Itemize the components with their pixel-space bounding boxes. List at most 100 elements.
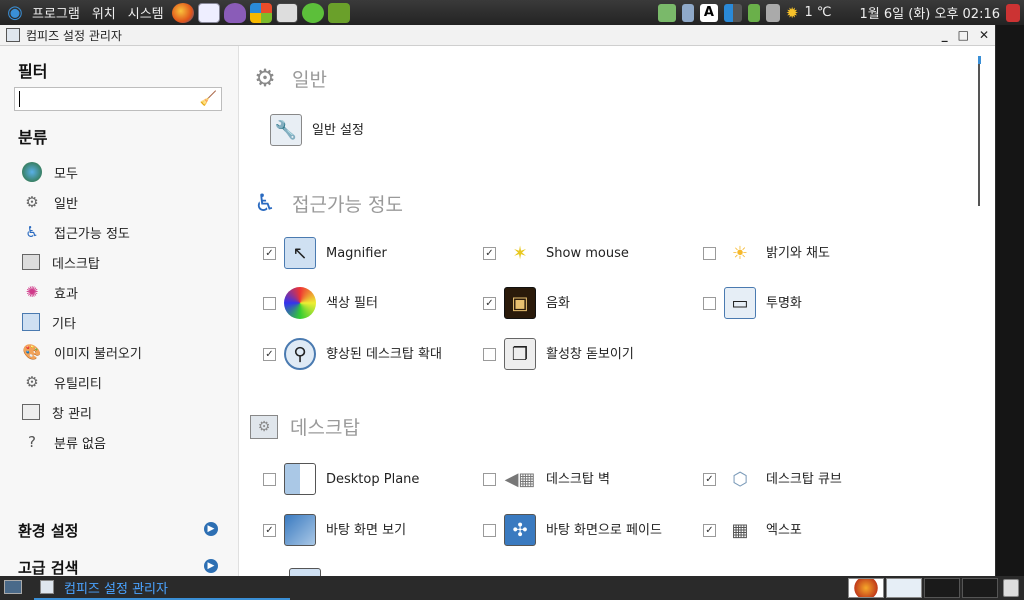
plugin-opacify[interactable]: ▭ 투명화 (703, 287, 802, 319)
checkbox[interactable] (703, 296, 716, 310)
keyboard-indicator-icon[interactable]: A (699, 3, 718, 22)
plugin-magnifier[interactable]: ✓ ↖ Magnifier (263, 237, 387, 269)
section-title-accessibility: ♿ 접근가능 정도 (250, 188, 403, 218)
logout-icon[interactable] (1006, 3, 1020, 22)
signal-strength-icon[interactable] (723, 3, 742, 22)
plugin-brightness-saturation[interactable]: ☀ 밝기와 채도 (703, 237, 830, 269)
plugin-label: 일반 설정 (312, 122, 364, 138)
vertical-scrollbar[interactable] (976, 56, 982, 206)
palette-icon: 🎨 (22, 343, 42, 361)
checkbox[interactable]: ✓ (703, 472, 716, 486)
volume-icon[interactable] (765, 3, 780, 22)
plugin-desktop-wall[interactable]: ◀▦ 데스크탑 벽 (483, 463, 610, 495)
pidgin-launcher-icon[interactable] (223, 2, 246, 23)
menu-places[interactable]: 위치 (86, 3, 122, 22)
preferences-arrow-icon[interactable]: ▶ (204, 522, 218, 536)
section-title-text: 일반 (292, 68, 327, 91)
category-item-utility[interactable]: ⚙ 유틸리티 (22, 371, 102, 393)
desktop-edge (995, 25, 1024, 576)
distro-logo-icon[interactable]: ◉ (4, 2, 26, 23)
section-title-text: 데스크탑 (290, 417, 360, 439)
windows-launcher-icon[interactable] (249, 2, 272, 23)
checkbox[interactable]: ✓ (263, 523, 276, 537)
fade-to-desktop-icon: ✣ (504, 514, 536, 546)
advanced-search-arrow-icon[interactable]: ▶ (204, 559, 218, 573)
checkbox[interactable]: ✓ (703, 523, 716, 537)
checkbox[interactable] (483, 347, 496, 361)
category-label: 분류 없음 (54, 436, 106, 452)
checkbox[interactable] (703, 246, 716, 260)
category-item-image-loading[interactable]: 🎨 이미지 불러오기 (22, 341, 142, 363)
firefox-launcher-icon[interactable] (171, 2, 194, 23)
menu-applications[interactable]: 프로그램 (26, 3, 86, 22)
checkbox[interactable]: ✓ (263, 347, 276, 361)
workspace-empty-2[interactable] (962, 578, 998, 598)
general-settings-icon: 🔧 (270, 114, 302, 146)
plugin-focus-poll[interactable]: ❐ 활성창 돋보이기 (483, 338, 634, 370)
show-desktop-icon (284, 514, 316, 546)
plugin-negative[interactable]: ✓ ▣ 음화 (483, 287, 570, 319)
maximize-icon[interactable]: □ (958, 28, 969, 42)
checkbox[interactable] (483, 523, 496, 537)
category-item-effects[interactable]: ✺ 효과 (22, 281, 78, 303)
system-tray: A ✹ 1 ℃ 1월 6일 (화) 오후 02:16 (657, 3, 1024, 22)
checkbox[interactable]: ✓ (483, 296, 496, 310)
menu-system[interactable]: 시스템 (122, 3, 170, 22)
book-launcher-icon[interactable] (327, 2, 350, 23)
plugin-fade-to-desktop[interactable]: ✣ 바탕 화면으로 페이드 (483, 514, 662, 546)
clear-broom-icon[interactable]: 🧹 (200, 91, 217, 107)
checkbox[interactable]: ✓ (483, 246, 496, 260)
close-icon[interactable]: ✕ (979, 28, 989, 42)
plugin-enhanced-zoom[interactable]: ✓ ⚲ 향상된 데스크탑 확대 (263, 338, 442, 370)
plugin-list: ⚙ 일반 🔧 일반 설정 ♿ 접근가능 정도 ✓ ↖ Magnifier ✓ ✶… (240, 46, 995, 576)
plugin-show-mouse[interactable]: ✓ ✶ Show mouse (483, 237, 629, 269)
mplayer-launcher-icon[interactable] (197, 2, 220, 23)
plugin-color-filter[interactable]: 색상 필터 (263, 287, 378, 319)
plugin-expo[interactable]: ✓ ▦ 엑스포 (703, 514, 802, 546)
battery-icon[interactable] (747, 3, 760, 22)
category-item-window-management[interactable]: 창 관리 (22, 401, 92, 423)
clock[interactable]: 1월 6일 (화) 오후 02:16 (860, 3, 1000, 22)
category-heading: 분류 (18, 128, 48, 147)
section-title-desktop: ⚙ 데스크탑 (250, 413, 360, 440)
show-desktop-button-icon[interactable] (4, 580, 22, 594)
clipboard-icon[interactable] (681, 3, 694, 22)
filter-input[interactable]: 🧹 (14, 87, 222, 111)
category-item-misc[interactable]: 기타 (22, 311, 76, 333)
category-item-all[interactable]: 모두 (22, 161, 78, 183)
top-panel: ◉ 프로그램 위치 시스템 A ✹ 1 ℃ 1월 6일 (화) 오후 02:16 (0, 0, 1024, 25)
trash-icon[interactable] (1003, 579, 1019, 597)
workspace-firefox-icon[interactable] (848, 578, 884, 598)
checkbox[interactable]: ✓ (263, 246, 276, 260)
plugin-label: Show mouse (546, 245, 629, 261)
checkbox[interactable] (263, 296, 276, 310)
advanced-search-link[interactable]: 고급 검색 (18, 557, 78, 578)
x-terminal-launcher-icon[interactable] (275, 2, 298, 23)
weather-icon[interactable]: ✹ (786, 4, 799, 22)
category-item-accessibility[interactable]: ♿ 접근가능 정도 (22, 221, 130, 243)
checkbox[interactable] (483, 472, 496, 486)
minimize-icon[interactable]: _ (942, 28, 948, 42)
plugin-desktop-plane[interactable]: Desktop Plane (263, 463, 419, 495)
window-titlebar[interactable]: 컴피즈 설정 관리자 _ □ ✕ (0, 25, 995, 46)
accessibility-icon: ♿ (254, 189, 276, 217)
preferences-link[interactable]: 환경 설정 (18, 520, 78, 541)
workspace-ccsm-icon[interactable] (886, 578, 922, 598)
media-play-launcher-icon[interactable] (301, 2, 324, 23)
checkbox[interactable] (263, 472, 276, 486)
category-item-general[interactable]: ⚙ 일반 (22, 191, 78, 213)
weather-temperature[interactable]: 1 ℃ (805, 5, 832, 20)
expo-icon: ▦ (731, 519, 749, 541)
plugin-general-options[interactable]: 🔧 일반 설정 (270, 114, 364, 146)
scrollbar-indicator (978, 56, 981, 64)
category-item-desktop[interactable]: 데스크탑 (22, 251, 100, 273)
scrollbar-thumb[interactable] (978, 56, 980, 206)
plugin-label: Magnifier (326, 245, 387, 261)
category-item-uncategorized[interactable]: ? 분류 없음 (22, 431, 106, 453)
taskbar-item-ccsm[interactable]: 컴피즈 설정 관리자 (34, 576, 290, 600)
workspace-empty-1[interactable] (924, 578, 960, 598)
plugin-desktop-cube[interactable]: ✓ ⬡ 데스크탑 큐브 (703, 463, 842, 495)
question-icon: ? (28, 433, 36, 451)
network-icon[interactable] (657, 3, 676, 22)
plugin-show-desktop[interactable]: ✓ 바탕 화면 보기 (263, 514, 406, 546)
